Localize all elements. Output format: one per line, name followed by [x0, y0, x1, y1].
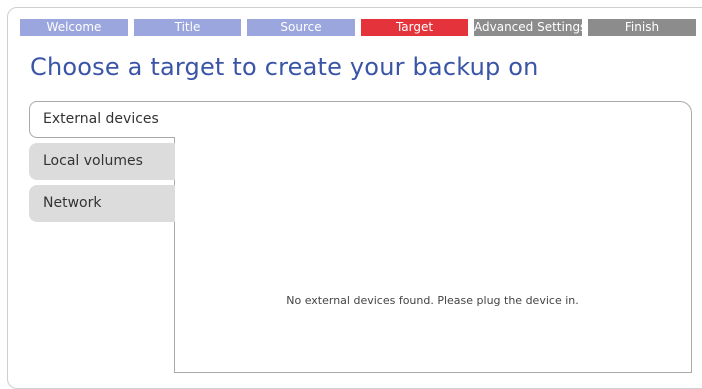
step-target: Target [361, 19, 468, 36]
tab-local-volumes[interactable]: Local volumes [29, 143, 175, 180]
tab-network[interactable]: Network [29, 185, 175, 222]
step-advanced-settings: Advanced Settings [474, 19, 582, 36]
target-content-panel [174, 101, 692, 373]
step-finish: Finish [588, 19, 696, 36]
step-title: Title [134, 19, 241, 36]
step-welcome: Welcome [20, 19, 128, 36]
step-source: Source [247, 19, 355, 36]
tab-external-devices[interactable]: External devices [29, 101, 175, 138]
page-title: Choose a target to create your backup on [30, 53, 539, 81]
empty-state-message: No external devices found. Please plug t… [286, 294, 579, 307]
